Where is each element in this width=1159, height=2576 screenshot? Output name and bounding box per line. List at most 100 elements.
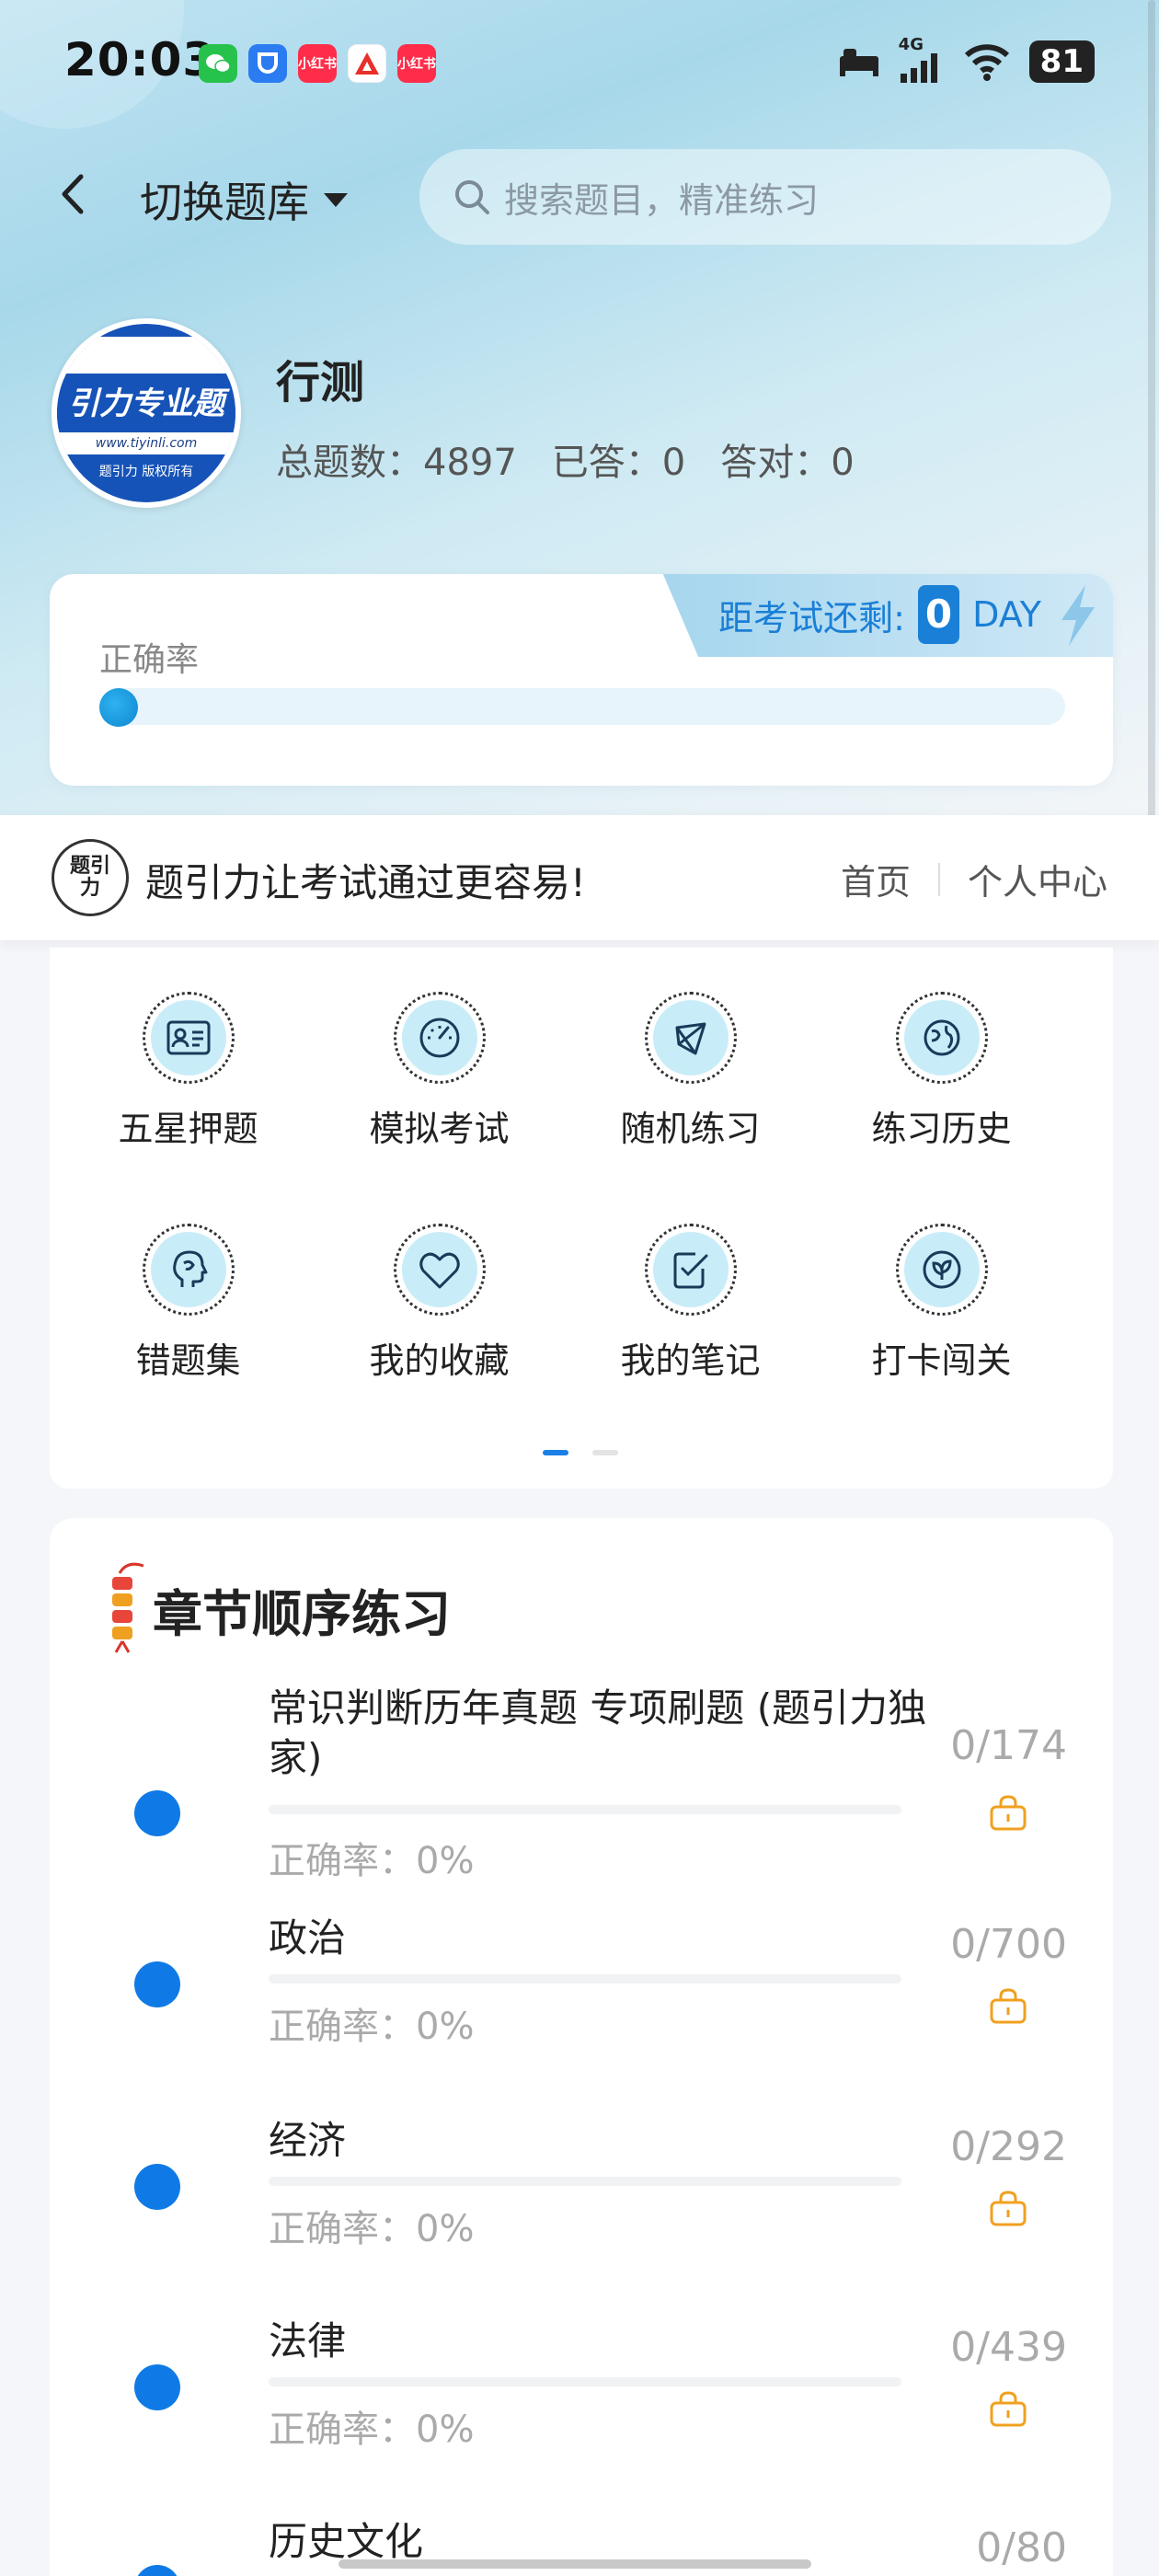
countdown-value: 0 xyxy=(917,585,960,644)
total-count: 总题数：4897 xyxy=(276,442,517,484)
chapter-progress-bar xyxy=(269,1974,901,1984)
lock-icon xyxy=(990,1988,1027,2024)
chapter-accuracy: 正确率：0% xyxy=(269,2208,475,2250)
bank-name: 行测 xyxy=(276,357,365,408)
lock-icon xyxy=(990,2191,1027,2226)
accuracy-progress-bar xyxy=(99,688,1065,727)
chapter-count: 0/80 xyxy=(976,2524,1067,2571)
chapter-row[interactable]: 经济正确率：0% 0/292 xyxy=(50,2116,1113,2300)
slogan-logo: 题引力 xyxy=(52,839,129,916)
caret-down-icon xyxy=(324,193,348,207)
xiaohongshu-icon: 小红书 xyxy=(397,44,436,83)
network-icon xyxy=(652,1000,729,1075)
head-profile-icon xyxy=(150,1232,226,1307)
lock-icon xyxy=(990,2391,1027,2427)
shield-app-icon xyxy=(248,44,287,83)
grid-item-favorites[interactable]: 我的收藏 xyxy=(314,1224,565,1455)
search-input[interactable]: 搜索题目，精准练习 xyxy=(419,149,1111,245)
chapter-row[interactable]: 政治正确率：0% 0/700 xyxy=(50,1914,1113,2098)
note-check-icon xyxy=(652,1232,729,1307)
chapter-name: 常识判断历年真题 专项刷题 (题引力独家) xyxy=(269,1685,927,1780)
lightning-icon xyxy=(1061,585,1095,646)
chapter-count: 0/292 xyxy=(950,2123,1067,2170)
logo-url: www.tiyinli.com xyxy=(57,432,235,454)
globe-icon xyxy=(903,1000,980,1075)
chapter-name: 经济 xyxy=(269,2118,347,2163)
sleep-mode-icon xyxy=(839,49,878,76)
answered-count: 已答：0 xyxy=(551,442,686,484)
gauge-icon xyxy=(401,1000,477,1075)
grid-item-mock-exam[interactable]: 模拟考试 xyxy=(314,992,565,1224)
search-icon xyxy=(455,180,489,214)
grid-item-history[interactable]: 练习历史 xyxy=(816,992,1067,1224)
grid-item-check-in[interactable]: 打卡闯关 xyxy=(816,1224,1067,1455)
page-dot[interactable] xyxy=(592,1450,618,1455)
chapter-row[interactable]: 常识判断历年真题 专项刷题 (题引力独家) 正确率：0% 0/174 xyxy=(50,1684,1113,1882)
grid-item-notes[interactable]: 我的笔记 xyxy=(565,1224,816,1455)
nav-profile-link[interactable]: 个人中心 xyxy=(968,854,1107,904)
chapter-status-dot xyxy=(134,2364,180,2410)
chevron-left-icon xyxy=(62,174,84,214)
page-indicator xyxy=(543,1450,618,1455)
slogan-nav: 首页 个人中心 xyxy=(841,854,1107,904)
section-title: 章节顺序练习 xyxy=(153,1585,451,1643)
slogan-bar: 题引力 题引力让考试通过更容易! 首页 个人中心 xyxy=(0,815,1159,940)
chapter-progress-bar xyxy=(269,2177,901,2186)
home-indicator[interactable] xyxy=(339,2559,811,2569)
chapter-status-dot xyxy=(134,2164,180,2210)
logo-text: 引力专业题 xyxy=(57,379,235,429)
chapter-practice-card: 章节顺序练习 常识判断历年真题 专项刷题 (题引力独家) 正确率：0% 0/174 政… xyxy=(50,1518,1113,2576)
cellular-signal-icon: 4G xyxy=(899,35,945,85)
chapter-status-dot xyxy=(134,1790,180,1836)
chapter-accuracy: 正确率：0% xyxy=(269,2006,475,2048)
accuracy-progress-knob xyxy=(99,688,138,727)
xiaohongshu-icon: 小红书 xyxy=(298,44,337,83)
countdown-label: 距考试还剩: xyxy=(718,597,905,638)
chapter-progress-bar xyxy=(269,2377,901,2386)
feature-grid-card: 五星押题 模拟考试 随机练习 练习历史 错题集 我的收藏 我的笔记 打卡闯关 xyxy=(50,948,1113,1489)
chapter-accuracy: 正确率：0% xyxy=(269,1840,475,1882)
chapter-count: 0/700 xyxy=(950,1921,1067,1968)
exam-countdown: 距考试还剩: 0 DAY xyxy=(662,574,1113,657)
system-icons: 4G 81 xyxy=(838,35,1095,85)
wechat-icon xyxy=(199,44,237,83)
chapter-progress-bar xyxy=(269,1805,901,1814)
app-a-icon xyxy=(348,44,386,83)
grid-item-wrong-questions[interactable]: 错题集 xyxy=(63,1224,314,1455)
page-dot-active[interactable] xyxy=(543,1450,568,1455)
countdown-unit: DAY xyxy=(972,594,1041,635)
chapter-row[interactable]: 法律正确率：0% 0/439 xyxy=(50,2317,1113,2501)
nav-home-link[interactable]: 首页 xyxy=(841,854,911,904)
leaf-badge-icon xyxy=(903,1232,980,1307)
scrollbar[interactable] xyxy=(1148,0,1155,828)
correct-count: 答对：0 xyxy=(720,442,855,484)
battery-indicator: 81 xyxy=(1028,40,1095,83)
chapter-name: 法律 xyxy=(269,2318,347,2363)
firecracker-icon xyxy=(112,1562,144,1653)
status-time: 20:03 xyxy=(64,33,216,86)
search-placeholder: 搜索题目，精准练习 xyxy=(504,179,820,221)
lock-icon xyxy=(990,1795,1027,1831)
chapter-count: 0/439 xyxy=(950,2324,1067,2371)
chapter-count: 0/174 xyxy=(950,1722,1067,1769)
id-card-icon xyxy=(150,1000,226,1075)
grid-item-five-star[interactable]: 五星押题 xyxy=(63,992,314,1224)
slogan-text: 题引力让考试通过更容易! xyxy=(145,860,586,905)
switch-bank-label: 切换题库 xyxy=(140,178,309,227)
chapter-status-dot xyxy=(134,2565,180,2576)
chapter-name: 政治 xyxy=(269,1915,347,1961)
chapter-status-dot xyxy=(134,1961,180,2007)
question-bank-logo: 引力专业题 www.tiyinli.com 题引力 版权所有 xyxy=(52,318,241,508)
nav-divider xyxy=(937,862,940,896)
feature-grid: 五星押题 模拟考试 随机练习 练习历史 错题集 我的收藏 我的笔记 打卡闯关 xyxy=(50,992,1113,1455)
back-button[interactable] xyxy=(52,171,98,217)
accuracy-label: 正确率 xyxy=(99,641,200,679)
grid-item-random-practice[interactable]: 随机练习 xyxy=(565,992,816,1224)
logo-copyright: 题引力 版权所有 xyxy=(98,465,194,479)
accuracy-card: 距考试还剩: 0 DAY 正确率 xyxy=(50,574,1113,786)
chapter-accuracy: 正确率：0% xyxy=(269,2409,475,2451)
heart-icon xyxy=(401,1232,477,1307)
switch-bank-dropdown[interactable]: 切换题库 xyxy=(140,169,350,230)
bank-stats: 总题数：4897 已答：0 答对：0 xyxy=(276,432,855,486)
notification-icons: 小红书 小红书 xyxy=(199,44,436,83)
